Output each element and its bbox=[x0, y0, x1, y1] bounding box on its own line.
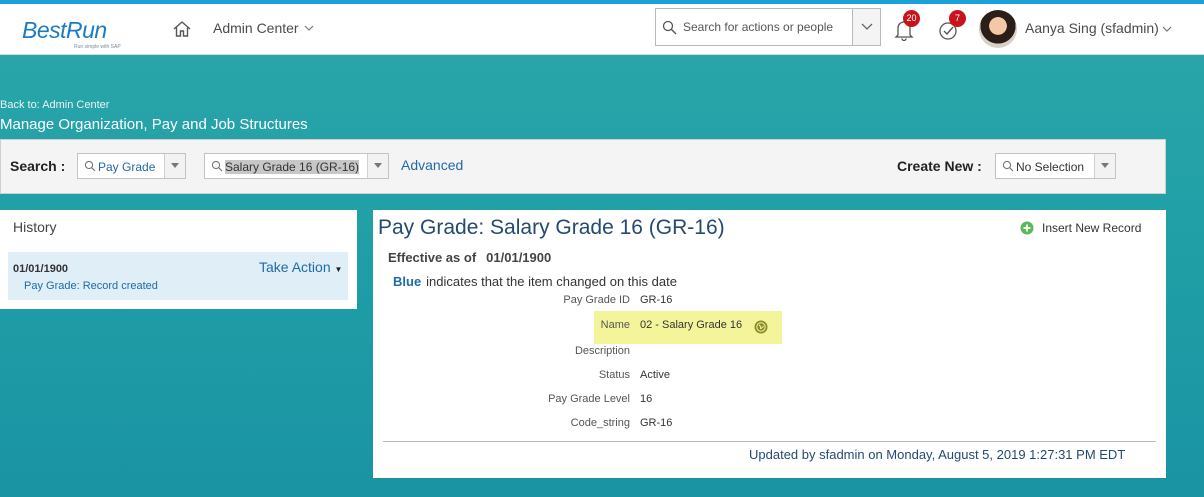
home-icon[interactable] bbox=[172, 19, 192, 39]
search-label: Search : bbox=[10, 158, 66, 174]
logo-tagline: Run simple with SAP bbox=[74, 44, 121, 50]
create-new-value: No Selection bbox=[1016, 160, 1085, 174]
object-type-select[interactable]: Pay Grade bbox=[77, 153, 186, 179]
caret-down-icon: ▼ bbox=[334, 265, 343, 274]
legend-keyword: Blue bbox=[393, 274, 422, 289]
record-title: Pay Grade: Salary Grade 16 (GR-16) bbox=[378, 216, 725, 239]
create-new-select[interactable]: No Selection bbox=[995, 153, 1116, 179]
insert-new-record-label: Insert New Record bbox=[1042, 221, 1142, 235]
dropdown-arrow[interactable] bbox=[164, 154, 185, 178]
field-value: Active bbox=[640, 369, 670, 381]
search-icon bbox=[662, 20, 677, 35]
chevron-down-icon bbox=[171, 163, 179, 168]
history-heading: History bbox=[13, 219, 57, 235]
history-entry-link[interactable]: Pay Grade: Record created bbox=[24, 280, 158, 292]
chevron-down-icon bbox=[861, 23, 873, 30]
field-label: Pay Grade ID bbox=[563, 294, 630, 306]
user-name-menu[interactable]: Aanya Sing (sfadmin) bbox=[1025, 20, 1159, 36]
logo-text: BestRun bbox=[22, 17, 107, 43]
field-row-pay-grade-id: Pay Grade ID GR-16 bbox=[373, 294, 973, 312]
field-value: 16 bbox=[640, 393, 653, 405]
bestrun-logo[interactable]: BestRun Run simple with SAP bbox=[22, 11, 132, 51]
field-row-status: Status Active bbox=[373, 369, 973, 387]
last-updated-text: Updated by sfadmin on Monday, August 5, … bbox=[749, 447, 1126, 462]
field-row-pay-grade-level: Pay Grade Level 16 bbox=[373, 393, 973, 411]
effective-label: Effective as of bbox=[388, 250, 477, 265]
create-new-label: Create New : bbox=[897, 158, 982, 174]
effective-date-line: Effective as of 01/01/1900 bbox=[388, 250, 551, 265]
shell-header: BestRun Run simple with SAP Admin Center… bbox=[0, 4, 1204, 55]
search-scope-dropdown[interactable] bbox=[853, 8, 881, 46]
take-action-menu[interactable]: Take Action ▼ bbox=[259, 259, 342, 275]
chevron-down-icon[interactable] bbox=[303, 22, 315, 34]
record-detail-panel: Pay Grade: Salary Grade 16 (GR-16) Inser… bbox=[373, 210, 1166, 478]
page-title: Manage Organization, Pay and Job Structu… bbox=[0, 116, 308, 133]
field-label: Status bbox=[598, 369, 630, 381]
history-entry-date: 01/01/1900 bbox=[13, 263, 69, 275]
field-label: Name bbox=[600, 319, 630, 331]
search-icon bbox=[1002, 160, 1014, 172]
search-toolbar: Search : Pay Grade Salary Grade 16 (GR-1… bbox=[0, 139, 1166, 194]
advanced-search-link[interactable]: Advanced bbox=[401, 157, 463, 173]
legend-text: indicates that the item changed on this … bbox=[426, 274, 677, 289]
add-circle-icon bbox=[1020, 221, 1034, 235]
admin-center-menu[interactable]: Admin Center bbox=[213, 20, 299, 36]
dropdown-arrow[interactable] bbox=[1094, 154, 1115, 178]
object-type-value: Pay Grade bbox=[98, 160, 156, 174]
dropdown-arrow[interactable] bbox=[367, 154, 388, 178]
history-entry[interactable]: 01/01/1900 Take Action ▼ Pay Grade: Reco… bbox=[8, 252, 348, 300]
chevron-down-icon[interactable] bbox=[1161, 23, 1173, 35]
notifications-badge: 20 bbox=[903, 10, 920, 27]
history-panel: History 01/01/1900 Take Action ▼ Pay Gra… bbox=[0, 210, 357, 309]
field-value: GR-16 bbox=[640, 417, 673, 429]
search-icon bbox=[84, 160, 96, 172]
change-legend: Blue indicates that the item changed on t… bbox=[393, 274, 677, 289]
global-search-input[interactable]: Search for actions or people bbox=[655, 8, 853, 46]
divider bbox=[383, 441, 1156, 442]
field-label: Pay Grade Level bbox=[548, 393, 630, 405]
field-label: Description bbox=[574, 345, 630, 357]
field-value: GR-16 bbox=[640, 294, 673, 306]
back-link[interactable]: Back to: Admin Center bbox=[0, 99, 109, 111]
field-label: Code_string bbox=[570, 417, 630, 429]
field-row-code-string: Code_string GR-16 bbox=[373, 417, 973, 435]
search-placeholder: Search for actions or people bbox=[683, 20, 834, 34]
chevron-down-icon bbox=[374, 163, 382, 168]
effective-date: 01/01/1900 bbox=[486, 250, 552, 265]
record-value: Salary Grade 16 (GR-16) bbox=[225, 160, 360, 174]
field-value: 02 - Salary Grade 16 bbox=[640, 319, 743, 331]
field-row-name: Name 02 - Salary Grade 16 bbox=[373, 319, 973, 337]
user-avatar[interactable] bbox=[979, 10, 1017, 48]
chevron-down-icon bbox=[1101, 163, 1109, 168]
take-action-label: Take Action bbox=[259, 259, 331, 275]
field-row-description: Description bbox=[373, 345, 973, 363]
record-select[interactable]: Salary Grade 16 (GR-16) bbox=[204, 153, 389, 179]
search-icon bbox=[211, 160, 223, 172]
translation-globe-icon[interactable] bbox=[754, 320, 768, 334]
tasks-badge: 7 bbox=[949, 10, 966, 27]
